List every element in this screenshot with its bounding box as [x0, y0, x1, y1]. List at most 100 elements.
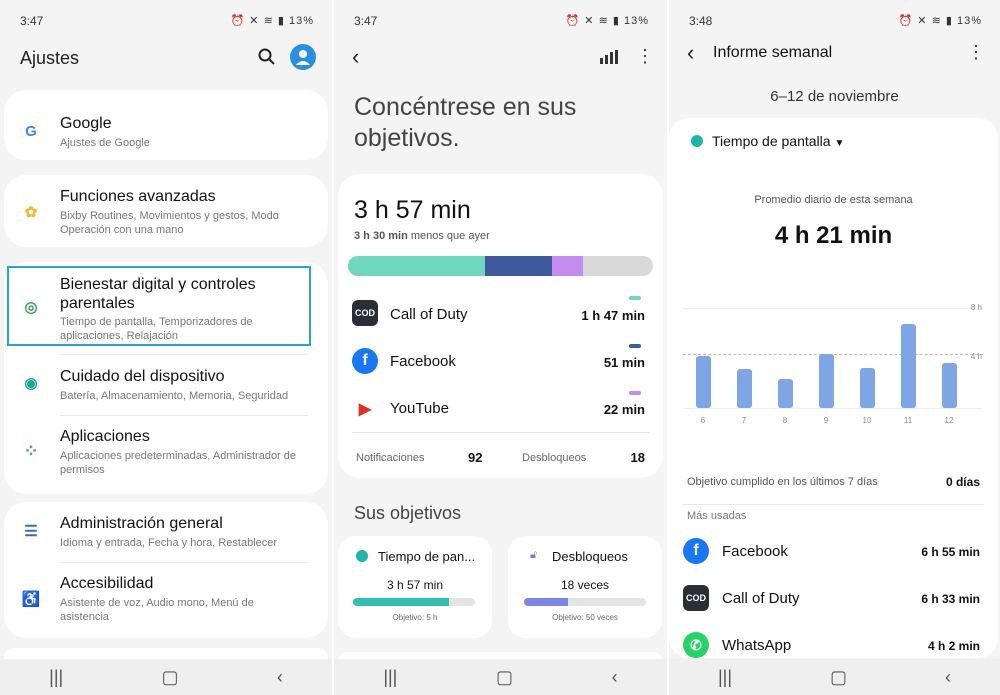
- app-name-facebook: Facebook: [722, 543, 788, 560]
- app-time-youtube: 22 min: [603, 402, 645, 417]
- xtick-10: 10: [862, 416, 872, 425]
- general-card: ☰ Administración general Idioma y entrad…: [4, 502, 328, 638]
- more-options-icon[interactable]: ⋮: [967, 42, 985, 63]
- back-icon[interactable]: ‹: [352, 44, 359, 70]
- clock-icon: [356, 550, 368, 562]
- usage-segment-youtube: [552, 256, 583, 276]
- app-name-cod: Call of Duty: [390, 306, 468, 323]
- goal2-title: Desbloqueos: [552, 549, 628, 564]
- avg-value: 4 h 21 min: [774, 222, 893, 249]
- home-button[interactable]: ▢: [162, 667, 179, 688]
- search-icon[interactable]: [256, 46, 278, 68]
- google-sub: Ajustes de Google: [60, 137, 150, 149]
- wellbeing-icon: ◎: [24, 299, 38, 316]
- whatsapp-icon: ✆: [683, 632, 709, 658]
- divider: [60, 415, 308, 416]
- bar-day-7: [737, 369, 752, 408]
- recents-button[interactable]: |||: [383, 667, 397, 688]
- dropdown-label: Tiempo de pantalla: [712, 133, 831, 149]
- goal1-title: Tiempo de pan...: [378, 549, 476, 564]
- wellbeing-title: Bienestar digital y controles parentales: [60, 276, 256, 312]
- app-time-facebook: 6 h 55 min: [921, 545, 980, 559]
- goal-value: 0 días: [945, 475, 980, 489]
- usage-segment-facebook: [485, 256, 553, 276]
- apps-icon: ⁘: [23, 440, 39, 461]
- home-button[interactable]: ▢: [830, 667, 847, 688]
- app-color-facebook: [629, 344, 641, 348]
- ytick-8h: 8 h: [970, 303, 982, 312]
- compare-text: 3 h 30 min menos que ayer: [354, 230, 490, 242]
- usage-card[interactable]: 3 h 57 min 3 h 30 min menos que ayer COD…: [338, 174, 663, 478]
- usage-segment-rest: [582, 256, 653, 276]
- avg-label: Promedio diario de esta semana: [754, 194, 913, 206]
- accessibility-sub: Asistente de voz, Audio mono, Menú de as…: [60, 597, 254, 623]
- device-care-title[interactable]: Cuidado del dispositivo: [60, 368, 225, 386]
- goal2-target: Objetivo: 50 veces: [552, 613, 618, 622]
- back-icon[interactable]: ‹: [687, 40, 694, 66]
- unlock-label: Desbloqueos: [522, 452, 587, 464]
- app-time-whatsapp: 4 h 2 min: [927, 639, 980, 653]
- stats-icon[interactable]: [600, 50, 618, 64]
- app-time-cod: 1 h 47 min: [581, 308, 645, 323]
- metric-dropdown[interactable]: Tiempo de pantalla ▼: [712, 133, 844, 149]
- divider: [683, 504, 984, 505]
- goal-screen-time-card[interactable]: Tiempo de pan... 3 h 57 min Objetivo: 5 …: [338, 536, 492, 638]
- apps-title[interactable]: Aplicaciones: [60, 428, 150, 446]
- cod-icon: COD: [352, 300, 378, 326]
- advanced-features-card[interactable]: ✿ Funciones avanzadas Bixby Routines, Mo…: [4, 175, 328, 247]
- status-bar: 3:47 ⏰ ✕ ≋ ▮ 13%: [334, 0, 667, 40]
- google-card[interactable]: G Google Ajustes de Google: [4, 90, 328, 160]
- back-button[interactable]: ‹: [277, 667, 283, 688]
- avatar[interactable]: [290, 44, 316, 70]
- divider: [60, 562, 308, 563]
- nav-bar: ||| ▢ ‹: [669, 659, 1000, 695]
- date-range: 6–12 de noviembre: [770, 88, 899, 105]
- bar-day-6: [696, 355, 711, 408]
- gridline-8h: [683, 308, 983, 309]
- settings-screen: 3:47 ⏰ ✕ ≋ ▮ 13% Ajustes G Google Ajuste…: [0, 0, 332, 695]
- home-button[interactable]: ▢: [496, 667, 513, 688]
- goal2-fill: [524, 598, 568, 606]
- facebook-icon: f: [352, 348, 378, 374]
- goal1-track: [353, 598, 475, 606]
- accessibility-title[interactable]: Accesibilidad: [60, 575, 153, 593]
- goal1-value: 3 h 57 min: [386, 578, 444, 592]
- divider: [352, 432, 649, 433]
- total-time: 3 h 57 min: [354, 196, 471, 224]
- bar-day-9: [819, 354, 834, 408]
- wellbeing-screen: 3:47 ⏰ ✕ ≋ ▮ 13% ‹ ⋮ Concéntrese en sus …: [334, 0, 667, 695]
- back-button[interactable]: ‹: [945, 667, 951, 688]
- goal1-fill: [353, 598, 450, 606]
- more-options-icon[interactable]: ⋮: [636, 46, 654, 67]
- app-time-cod: 6 h 33 min: [921, 592, 980, 606]
- status-icons: ⏰ ✕ ≋ ▮ 13%: [898, 15, 982, 27]
- compare-rest: menos que ayer: [407, 230, 490, 242]
- caret-down-icon: ▼: [834, 138, 845, 149]
- app-name-whatsapp: WhatsApp: [722, 637, 792, 654]
- notif-value: 92: [468, 450, 483, 465]
- recents-button[interactable]: |||: [718, 667, 732, 688]
- accessibility-icon: ♿: [21, 591, 41, 608]
- back-button[interactable]: ‹: [612, 667, 618, 688]
- google-icon: G: [25, 122, 37, 140]
- most-used-label: Más usadas: [687, 510, 747, 522]
- usage-bar: [348, 256, 653, 276]
- xtick-7: 7: [741, 416, 747, 425]
- app-name-cod: Call of Duty: [722, 590, 800, 607]
- battery-text: 13%: [288, 15, 314, 27]
- advanced-sub: Bixby Routines, Movimientos y gestos, Mo…: [60, 210, 279, 236]
- status-icons: ⏰ ✕ ≋ ▮ 13%: [565, 15, 649, 27]
- goals-title: Sus objetivos: [354, 503, 462, 523]
- report-card: Tiempo de pantalla ▼ Promedio diario de …: [669, 118, 998, 658]
- wellbeing-sub: Tiempo de pantalla, Temporizadores de ap…: [60, 316, 253, 342]
- general-sub: Idioma y entrada, Fecha y hora, Restable…: [60, 537, 278, 549]
- recents-button[interactable]: |||: [49, 667, 63, 688]
- app-color-youtube: [629, 391, 641, 395]
- status-icons: ⏰ ✕ ≋ ▮ 13%: [230, 15, 314, 27]
- status-bar: 3:47 ⏰ ✕ ≋ ▮ 13%: [0, 0, 332, 40]
- sliders-icon: ☰: [24, 523, 38, 540]
- page-title: Ajustes: [20, 48, 80, 68]
- goal-unlocks-card[interactable]: 🔓︎ Desbloqueos 18 veces Objetivo: 50 vec…: [508, 536, 662, 638]
- baseline: [683, 408, 983, 409]
- general-title[interactable]: Administración general: [60, 515, 223, 533]
